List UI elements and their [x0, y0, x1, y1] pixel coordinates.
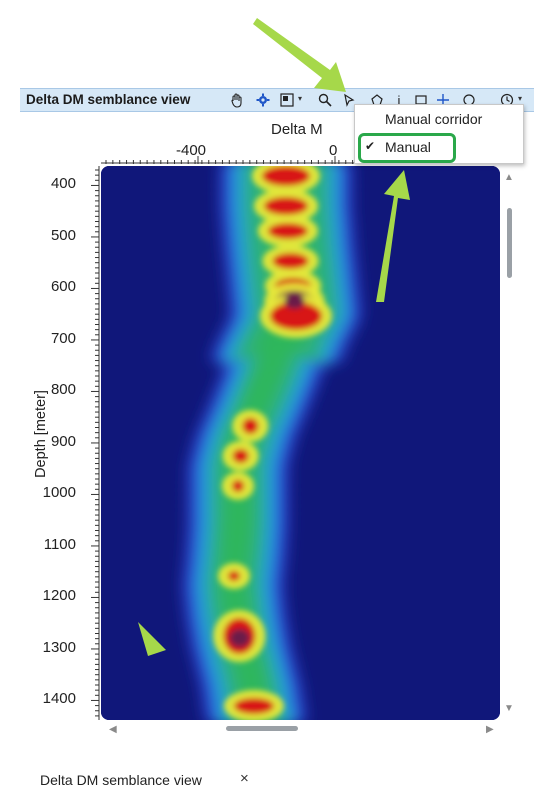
x-tick-label: 0 [329, 142, 338, 159]
x-axis-label: Delta M [271, 121, 323, 138]
scroll-up-arrow[interactable]: ▲ [504, 172, 514, 183]
zoom-box-icon[interactable] [278, 91, 302, 109]
y-tick-label: 400 [50, 175, 76, 192]
y-tick-label: 800 [50, 381, 76, 398]
menu-item-manual-corridor[interactable]: Manual corridor [355, 107, 523, 131]
x-tick-label: -400 [176, 142, 207, 159]
y-tick-label: 1200 [42, 587, 76, 604]
scroll-right-arrow[interactable]: ▶ [486, 724, 494, 735]
scroll-down-arrow[interactable]: ▼ [504, 703, 514, 714]
scroll-left-arrow[interactable]: ◀ [109, 724, 117, 735]
y-tick-label: 700 [50, 329, 76, 347]
gear-icon[interactable] [254, 91, 272, 109]
magnifier-icon[interactable] [316, 91, 334, 109]
y-tick-label: 900 [50, 432, 76, 450]
view-tab[interactable]: Delta DM semblance view [40, 772, 202, 788]
y-tick-label: 1100 [43, 535, 76, 553]
hand-pan-icon[interactable] [228, 91, 246, 109]
y-tick-label: 500 [50, 226, 76, 244]
horizontal-scrollbar-thumb[interactable] [226, 726, 298, 731]
close-icon[interactable]: × [240, 770, 249, 787]
semblance-heatmap[interactable] [101, 166, 500, 720]
vertical-scrollbar-thumb[interactable] [507, 208, 512, 278]
highlight-box [358, 133, 456, 163]
y-tick-label: 1000 [42, 484, 76, 501]
view-title: Delta DM semblance view [26, 92, 191, 107]
y-tick-label: 1400 [42, 690, 76, 707]
y-tick-label: 1300 [42, 638, 76, 656]
y-tick-label: 600 [50, 278, 76, 295]
arrow-icon [253, 18, 346, 92]
